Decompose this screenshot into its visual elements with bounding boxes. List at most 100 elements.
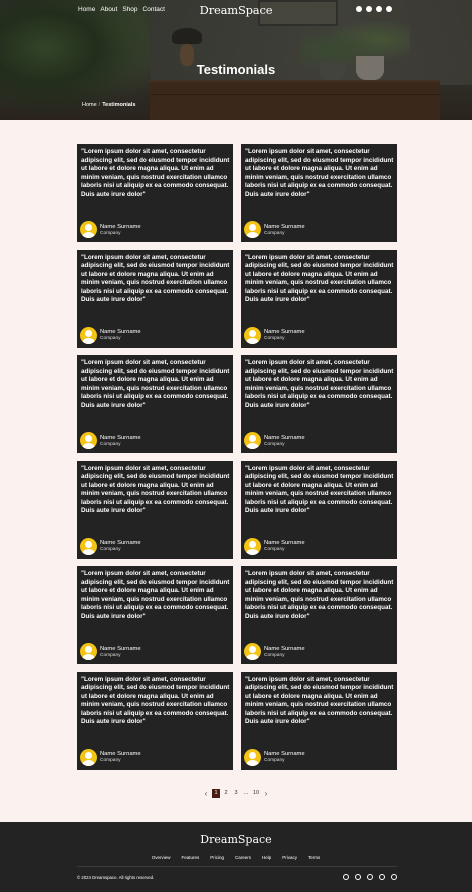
testimonial-card: "Lorem ipsum dolor sit amet, consectetur… bbox=[241, 249, 397, 348]
author-company: Company bbox=[100, 441, 121, 447]
author-info: Name Surname Company bbox=[100, 751, 141, 763]
author-company: Company bbox=[264, 336, 285, 341]
avatar bbox=[244, 326, 261, 344]
cart-icon[interactable] bbox=[376, 6, 382, 12]
page-ellipsis: ... bbox=[243, 790, 249, 796]
testimonial-author: Name Surname Company bbox=[80, 537, 141, 555]
author-company: Company bbox=[264, 758, 285, 763]
footer-links: Overview Features Pricing Careers Help P… bbox=[0, 855, 472, 860]
testimonial-card: "Lorem ipsum dolor sit amet, consectetur… bbox=[241, 355, 397, 453]
heart-icon[interactable] bbox=[366, 6, 372, 12]
footer-link-features[interactable]: Features bbox=[181, 855, 199, 860]
author-company: Company bbox=[100, 758, 121, 763]
footer-link-pricing[interactable]: Pricing bbox=[210, 855, 224, 860]
author-company: Company bbox=[100, 547, 121, 552]
author-name: Name Surname bbox=[264, 645, 305, 652]
testimonial-quote: "Lorem ipsum dolor sit amet, consectetur… bbox=[81, 148, 230, 198]
nav-icons bbox=[356, 6, 392, 12]
testimonial-author: Name Surname Company bbox=[244, 643, 305, 660]
testimonial-card: "Lorem ipsum dolor sit amet, consectetur… bbox=[77, 671, 233, 770]
footer-link-overview[interactable]: Overview bbox=[152, 855, 171, 860]
testimonial-quote: "Lorem ipsum dolor sit amet, consectetur… bbox=[245, 464, 394, 515]
author-name: Name Surname bbox=[100, 223, 141, 230]
footer-link-privacy[interactable]: Privacy bbox=[282, 855, 297, 860]
author-name: Name Surname bbox=[100, 645, 141, 652]
page-link-10[interactable]: 10 bbox=[252, 789, 260, 798]
testimonial-card: "Lorem ipsum dolor sit amet, consectetur… bbox=[77, 460, 233, 559]
testimonial-author: Name Surname Company bbox=[244, 748, 305, 766]
search-icon[interactable] bbox=[356, 6, 362, 12]
testimonial-card: "Lorem ipsum dolor sit amet, consectetur… bbox=[77, 566, 233, 664]
testimonial-quote: "Lorem ipsum dolor sit amet, consectetur… bbox=[81, 464, 230, 515]
testimonial-quote: "Lorem ipsum dolor sit amet, consectetur… bbox=[81, 675, 230, 726]
author-company: Company bbox=[264, 230, 285, 236]
author-name: Name Surname bbox=[264, 223, 305, 230]
avatar bbox=[244, 537, 261, 555]
author-company: Company bbox=[264, 652, 285, 658]
breadcrumb-current: Testimonials bbox=[102, 102, 136, 108]
testimonial-quote: "Lorem ipsum dolor sit amet, consectetur… bbox=[245, 570, 394, 620]
testimonial-card: "Lorem ipsum dolor sit amet, consectetur… bbox=[77, 249, 233, 348]
author-info: Name Surname Company bbox=[264, 646, 305, 658]
testimonial-card: "Lorem ipsum dolor sit amet, consectetur… bbox=[77, 144, 233, 242]
testimonial-quote: "Lorem ipsum dolor sit amet, consectetur… bbox=[81, 570, 230, 620]
instagram-icon[interactable] bbox=[391, 874, 397, 880]
author-info: Name Surname Company bbox=[264, 224, 305, 236]
youtube-icon[interactable] bbox=[355, 874, 361, 880]
page-link-2[interactable]: 2 bbox=[222, 789, 230, 798]
testimonial-author: Name Surname Company bbox=[244, 537, 305, 555]
author-name: Name Surname bbox=[100, 329, 141, 335]
author-info: Name Surname Company bbox=[100, 224, 141, 236]
tiktok-icon[interactable] bbox=[379, 874, 385, 880]
testimonial-card: "Lorem ipsum dolor sit amet, consectetur… bbox=[77, 355, 233, 453]
author-name: Name Surname bbox=[264, 751, 305, 757]
avatar bbox=[80, 643, 97, 660]
testimonial-author: Name Surname Company bbox=[244, 326, 305, 344]
site-logo[interactable]: DreamSpace bbox=[0, 3, 472, 17]
author-company: Company bbox=[264, 441, 285, 447]
chevron-left-icon[interactable]: ‹ bbox=[202, 789, 210, 798]
footer-link-help[interactable]: Help bbox=[262, 855, 271, 860]
footer-logo[interactable]: DreamSpace bbox=[0, 833, 472, 846]
author-name: Name Surname bbox=[100, 434, 141, 441]
avatar bbox=[80, 326, 97, 344]
breadcrumb: Home / Testimonials bbox=[82, 102, 135, 108]
testimonial-quote: "Lorem ipsum dolor sit amet, consectetur… bbox=[81, 359, 230, 409]
chevron-right-icon[interactable]: › bbox=[262, 789, 270, 798]
avatar bbox=[244, 432, 261, 449]
avatar bbox=[80, 748, 97, 766]
author-name: Name Surname bbox=[264, 540, 305, 546]
facebook-icon[interactable] bbox=[343, 874, 349, 880]
page-link-3[interactable]: 3 bbox=[232, 789, 240, 798]
avatar bbox=[244, 221, 261, 238]
user-icon[interactable] bbox=[386, 6, 392, 12]
testimonial-quote: "Lorem ipsum dolor sit amet, consectetur… bbox=[245, 148, 394, 198]
author-company: Company bbox=[100, 336, 121, 341]
author-company: Company bbox=[264, 547, 285, 552]
author-info: Name Surname Company bbox=[100, 435, 141, 447]
testimonial-author: Name Surname Company bbox=[244, 221, 305, 238]
testimonial-author: Name Surname Company bbox=[244, 432, 305, 449]
testimonial-card: "Lorem ipsum dolor sit amet, consectetur… bbox=[241, 671, 397, 770]
author-info: Name Surname Company bbox=[100, 329, 141, 341]
avatar bbox=[244, 748, 261, 766]
footer-link-careers[interactable]: Careers bbox=[235, 855, 251, 860]
testimonial-quote: "Lorem ipsum dolor sit amet, consectetur… bbox=[81, 253, 230, 304]
author-info: Name Surname Company bbox=[100, 540, 141, 552]
footer-link-terms[interactable]: Terms bbox=[308, 855, 320, 860]
author-name: Name Surname bbox=[100, 540, 141, 546]
linkedin-icon[interactable] bbox=[367, 874, 373, 880]
top-nav: Home About Shop Contact DreamSpace bbox=[0, 0, 472, 20]
site-footer: DreamSpace Overview Features Pricing Car… bbox=[0, 822, 472, 892]
hero-banner: Home About Shop Contact DreamSpace Testi… bbox=[0, 0, 472, 120]
author-info: Name Surname Company bbox=[264, 329, 305, 341]
breadcrumb-home[interactable]: Home bbox=[82, 102, 97, 108]
avatar bbox=[244, 643, 261, 660]
page-title: Testimonials bbox=[196, 62, 276, 77]
author-name: Name Surname bbox=[100, 751, 141, 757]
testimonial-author: Name Surname Company bbox=[80, 221, 141, 238]
page-link-1[interactable]: 1 bbox=[212, 789, 220, 798]
footer-social bbox=[343, 874, 397, 880]
testimonial-quote: "Lorem ipsum dolor sit amet, consectetur… bbox=[245, 253, 394, 304]
author-name: Name Surname bbox=[264, 329, 305, 335]
